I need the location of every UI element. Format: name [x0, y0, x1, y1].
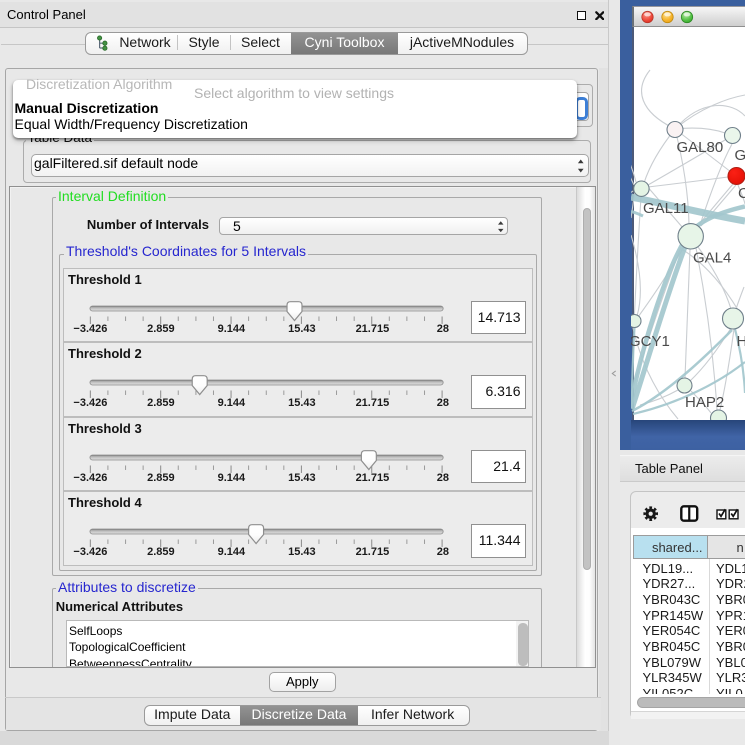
svg-text:CY: CY: [738, 185, 745, 202]
svg-text:HAP2: HAP2: [685, 394, 724, 411]
svg-text:GAL11: GAL11: [643, 200, 689, 217]
svg-text:H: H: [737, 333, 745, 350]
svg-text:GCY1: GCY1: [631, 333, 670, 350]
svg-text:GAL4: GAL4: [693, 250, 731, 267]
svg-text:GAL80: GAL80: [677, 139, 724, 156]
svg-text:GA: GA: [735, 147, 745, 164]
